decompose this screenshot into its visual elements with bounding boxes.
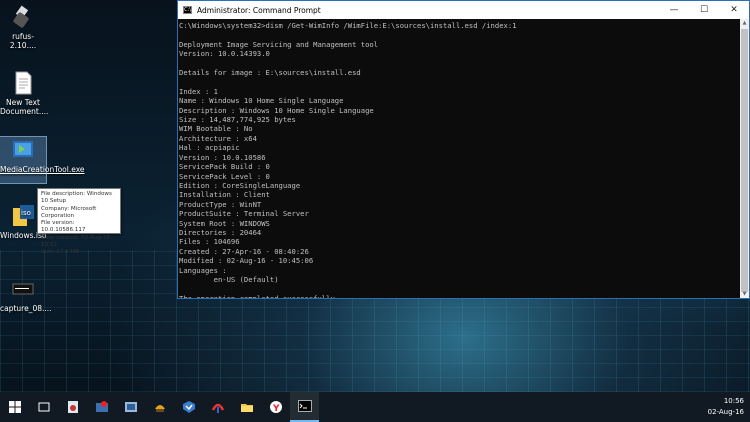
tooltip-line: File description: Windows 10 Setup: [41, 191, 112, 205]
desktop-icon-capture[interactable]: capture_08....: [0, 276, 52, 313]
taskbar-yandex-browser[interactable]: Y: [261, 392, 290, 422]
media-creation-tool-icon: [10, 137, 36, 163]
text-document-icon: [10, 70, 36, 96]
file-explorer-icon: [240, 404, 253, 412]
desktop-icon-label: New Text Document....: [0, 98, 49, 116]
taskbar-app-5[interactable]: [174, 392, 203, 422]
app-icon: [95, 401, 108, 412]
system-clock[interactable]: 10:56 02-Aug-16: [708, 396, 744, 418]
taskbar-app-4[interactable]: [145, 392, 174, 422]
taskbar-app-1[interactable]: [58, 392, 87, 422]
file-info-tooltip: File description: Windows 10 Setup Compa…: [37, 188, 121, 255]
scroll-down-icon[interactable]: ▼: [740, 290, 749, 298]
window-title: Administrator: Command Prompt: [197, 5, 321, 15]
tooltip-line: Date created: 02-Aug-16 10:52: [41, 234, 111, 249]
command-prompt-window[interactable]: C:\ Administrator: Command Prompt — ☐ ✕ …: [177, 0, 750, 299]
clock-time: 10:56: [723, 397, 744, 405]
minimize-button[interactable]: —: [659, 5, 689, 15]
windows-logo-icon: [8, 401, 21, 413]
desktop-icon-rufus[interactable]: rufus-2.10....: [0, 4, 46, 50]
close-button[interactable]: ✕: [719, 5, 749, 15]
video-file-icon: [10, 276, 36, 302]
console-output[interactable]: C:\Windows\system32>dism /Get-WimInfo /W…: [178, 19, 740, 298]
desktop-icon-label: rufus-2.10....: [9, 32, 37, 50]
window-titlebar[interactable]: C:\ Administrator: Command Prompt — ☐ ✕: [178, 1, 749, 19]
app-icon: [211, 403, 224, 413]
scrollbar-thumb[interactable]: [741, 29, 748, 292]
iso-file-icon: iso: [10, 203, 36, 229]
tooltip-line: Size: 17,5 MB: [41, 249, 80, 256]
taskbar-app-3[interactable]: [116, 392, 145, 422]
tooltip-line: File version: 10.0.10586.117: [41, 220, 86, 234]
cmd-icon: C:\: [183, 6, 192, 14]
task-view-icon: [38, 402, 49, 412]
usb-drive-icon: [10, 4, 36, 30]
taskbar-app-2[interactable]: [87, 392, 116, 422]
yandex-browser-icon: Y: [269, 401, 282, 414]
desktop-icon-new-text-document[interactable]: New Text Document....: [0, 70, 49, 116]
taskbar-command-prompt[interactable]: [290, 392, 319, 422]
vertical-scrollbar[interactable]: ▲ ▼: [740, 19, 749, 298]
task-view-button[interactable]: [29, 392, 58, 422]
tooltip-line: Company: Microsoft Corporation: [41, 205, 97, 219]
taskbar: Y 10:56 02-Aug-16: [0, 392, 750, 422]
app-icon: [67, 401, 78, 413]
taskbar-app-6[interactable]: [203, 392, 232, 422]
command-prompt-icon: [297, 400, 312, 412]
app-icon: [124, 402, 137, 412]
start-button[interactable]: [0, 392, 29, 422]
app-icon: [154, 405, 165, 412]
svg-text:iso: iso: [21, 209, 31, 217]
desktop-icon-label: capture_08....: [0, 304, 52, 313]
taskbar-file-explorer[interactable]: [232, 392, 261, 422]
clock-date: 02-Aug-16: [707, 408, 744, 416]
desktop-icon-media-creation-tool[interactable]: MediaCreationTool.exe: [0, 136, 85, 184]
app-icon: [182, 401, 195, 413]
svg-text:Y: Y: [272, 404, 280, 414]
scroll-up-icon[interactable]: ▲: [740, 19, 749, 27]
desktop-icon-label: MediaCreationTool.exe: [0, 165, 85, 174]
maximize-button[interactable]: ☐: [689, 5, 719, 15]
